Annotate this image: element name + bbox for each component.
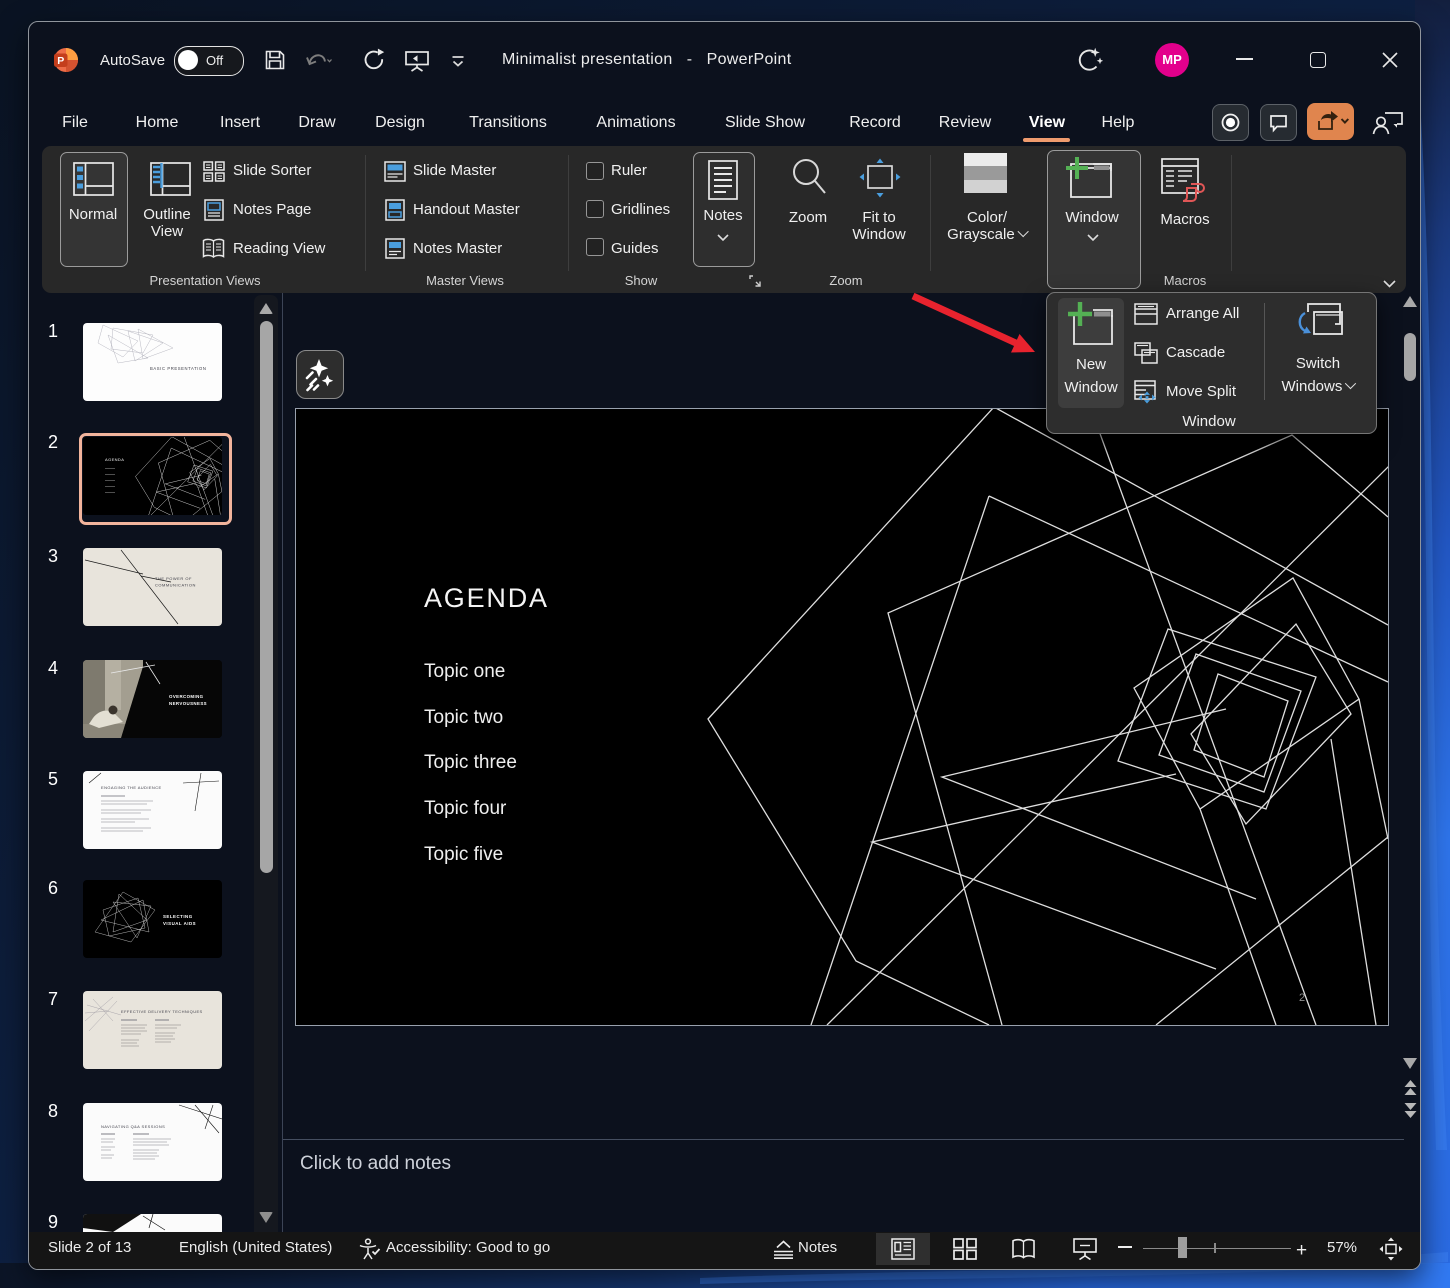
svg-text:P: P xyxy=(57,55,64,67)
svg-text:NERVOUSNESS: NERVOUSNESS xyxy=(169,701,207,706)
svg-text:COMMUNICATION: COMMUNICATION xyxy=(155,583,196,588)
svg-text:2: 2 xyxy=(1299,992,1305,1004)
svg-text:ENGAGING THE AUDIENCE: ENGAGING THE AUDIENCE xyxy=(101,785,162,790)
svg-text:AGENDA: AGENDA xyxy=(105,457,124,462)
svg-text:BASIC PRESENTATION: BASIC PRESENTATION xyxy=(150,366,206,371)
svg-text:THE POWER OF: THE POWER OF xyxy=(155,576,192,581)
svg-text:VISUAL AIDS: VISUAL AIDS xyxy=(163,921,196,926)
svg-text:NAVIGATING Q&A SESSIONS: NAVIGATING Q&A SESSIONS xyxy=(101,1124,165,1129)
svg-text:SELECTING: SELECTING xyxy=(163,914,193,919)
svg-text:OVERCOMING: OVERCOMING xyxy=(169,694,204,699)
svg-text:EFFECTIVE DELIVERY TECHNIQUES: EFFECTIVE DELIVERY TECHNIQUES xyxy=(121,1009,203,1014)
